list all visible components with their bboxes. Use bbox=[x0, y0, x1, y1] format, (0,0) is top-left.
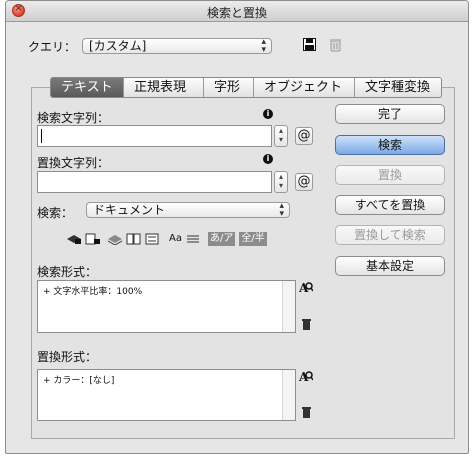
text-cursor bbox=[41, 129, 42, 143]
find-button[interactable]: 検索 bbox=[335, 135, 445, 155]
specify-find-format-icon[interactable]: A bbox=[299, 281, 313, 294]
include-master-pages-icon[interactable] bbox=[126, 233, 142, 245]
at-icon: @ bbox=[297, 174, 311, 189]
include-locked-layers-icon[interactable] bbox=[66, 233, 82, 245]
change-all-button[interactable]: すべてを置換 bbox=[335, 195, 445, 215]
title-bar: × 検索と置換 bbox=[6, 1, 468, 22]
query-value: [カスタム] bbox=[89, 39, 147, 53]
search-options-bar: Aa あ/ア 全/半 bbox=[66, 232, 271, 246]
change-button[interactable]: 置換 bbox=[335, 165, 445, 185]
search-label: 検索： bbox=[37, 206, 74, 220]
at-icon: @ bbox=[297, 128, 311, 143]
save-query-icon[interactable] bbox=[303, 38, 316, 51]
include-footnotes-icon[interactable] bbox=[145, 233, 159, 245]
find-replace-window: × 検索と置換 クエリ： [カスタム] ▴ ▾ テキスト 正規表現 字形 オブジェ… bbox=[5, 0, 469, 454]
find-input[interactable] bbox=[37, 125, 272, 147]
change-special-characters-button[interactable]: @ bbox=[295, 173, 313, 191]
find-format-box[interactable]: + 文字水平比率：100% bbox=[37, 280, 296, 333]
specify-change-format-icon[interactable]: A bbox=[299, 370, 313, 383]
change-find-button[interactable]: 置換して検索 bbox=[335, 225, 445, 245]
search-scope-value: ドキュメント bbox=[93, 203, 166, 217]
scrollbar[interactable] bbox=[282, 370, 295, 420]
find-label: 検索文字列： bbox=[37, 111, 110, 125]
full-half-width-toggle[interactable]: 全/半 bbox=[239, 232, 267, 246]
find-format-value: + 文字水平比率：100% bbox=[43, 287, 143, 297]
fewer-options-button[interactable]: 基本設定 bbox=[335, 256, 445, 276]
tab-object[interactable]: オブジェクト bbox=[253, 78, 354, 97]
include-hidden-layers-icon[interactable] bbox=[107, 233, 123, 245]
include-locked-stories-icon[interactable] bbox=[85, 233, 101, 245]
clear-find-format-icon[interactable] bbox=[302, 319, 311, 330]
find-history-popup[interactable]: ▴ ▾ bbox=[274, 125, 288, 147]
find-format-label: 検索形式： bbox=[37, 265, 98, 279]
change-format-label: 置換形式： bbox=[37, 350, 98, 364]
delete-query-icon[interactable] bbox=[330, 38, 341, 52]
info-icon[interactable]: i bbox=[263, 109, 273, 119]
change-input[interactable] bbox=[37, 171, 272, 193]
tab-transliterate[interactable]: 文字種変換 bbox=[354, 78, 441, 97]
tab-grep[interactable]: 正規表現 bbox=[123, 78, 203, 97]
info-icon[interactable]: i bbox=[263, 154, 273, 164]
tab-glyph[interactable]: 字形 bbox=[203, 78, 253, 97]
change-format-box[interactable]: + カラー：[なし] bbox=[37, 369, 296, 421]
whole-word-icon[interactable] bbox=[186, 233, 200, 245]
query-popup[interactable]: [カスタム] ▴ ▾ bbox=[82, 37, 272, 55]
window-title: 検索と置換 bbox=[206, 6, 267, 20]
done-button[interactable]: 完了 bbox=[335, 104, 445, 124]
clear-change-format-icon[interactable] bbox=[302, 407, 311, 418]
case-sensitive-toggle[interactable]: Aa bbox=[169, 232, 182, 246]
query-label: クエリ： bbox=[28, 40, 77, 54]
find-special-characters-button[interactable]: @ bbox=[295, 127, 313, 145]
change-format-value: + カラー：[なし] bbox=[43, 376, 115, 386]
kana-sensitive-toggle[interactable]: あ/ア bbox=[207, 232, 236, 246]
search-scope-popup[interactable]: ドキュメント ▴ ▾ bbox=[86, 201, 290, 219]
chevron-updown-icon: ▴ ▾ bbox=[261, 37, 266, 55]
tab-bar: テキスト 正規表現 字形 オブジェクト 文字種変換 bbox=[50, 77, 442, 98]
change-label: 置換文字列： bbox=[37, 156, 110, 170]
change-history-popup[interactable]: ▴ ▾ bbox=[274, 171, 288, 193]
tab-text[interactable]: テキスト bbox=[51, 78, 123, 97]
scrollbar[interactable] bbox=[282, 281, 295, 332]
chevron-updown-icon: ▴ ▾ bbox=[279, 201, 284, 219]
